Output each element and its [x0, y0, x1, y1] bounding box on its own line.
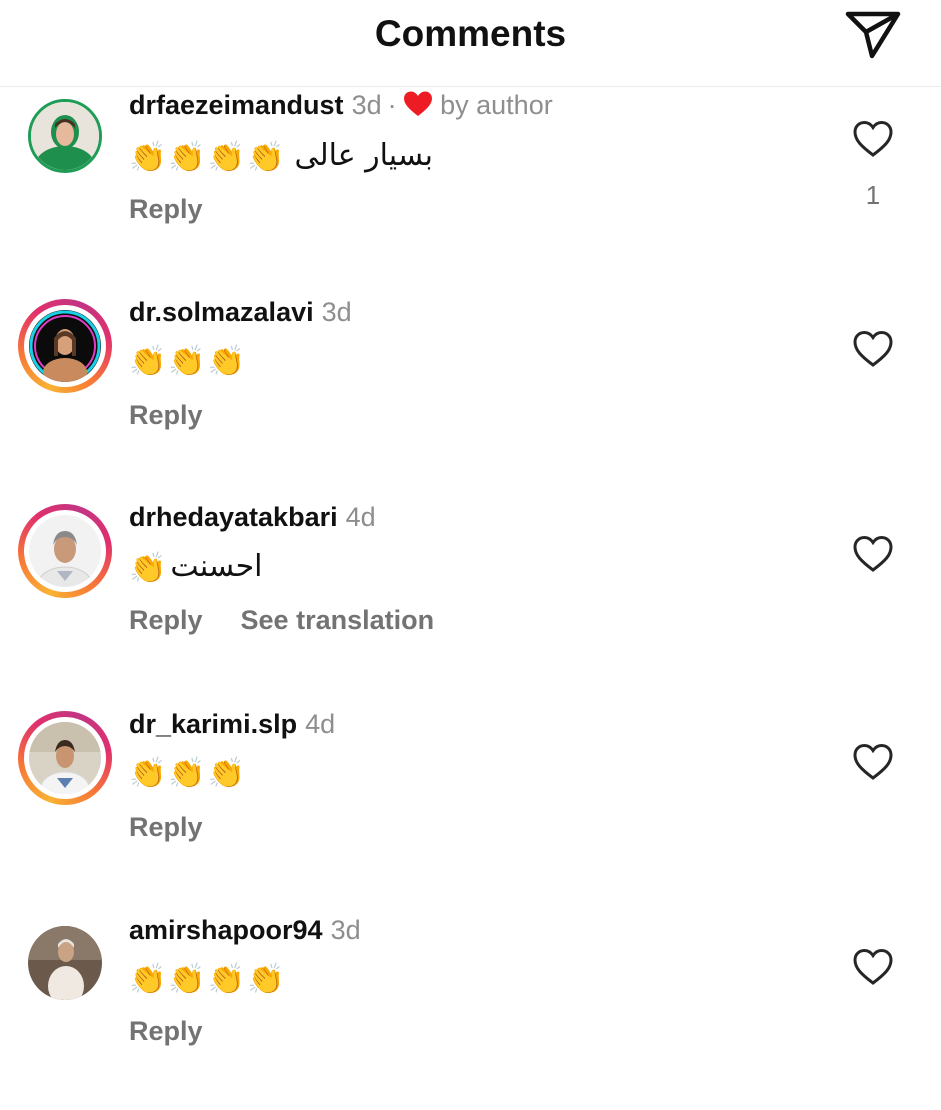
comment-text: 👏👏👏	[129, 338, 247, 382]
heart-outline-icon[interactable]	[852, 947, 894, 987]
heart-outline-icon[interactable]	[852, 329, 894, 369]
see-translation-button[interactable]: See translation	[241, 605, 435, 635]
clapping-hands-emoji: 👏	[129, 345, 167, 378]
avatar[interactable]	[18, 299, 112, 393]
clapping-hands-emoji: 👏	[168, 345, 206, 378]
reply-button[interactable]: Reply	[129, 1016, 203, 1046]
comment-item: drfaezeimandust 3d · by author 👏👏👏👏 بسیار ع…	[0, 86, 941, 286]
heart-outline-icon[interactable]	[852, 119, 894, 159]
comment-item: dr_karimi.slp 4d 👏👏👏 Reply	[0, 704, 941, 904]
comment-time: 4d	[305, 709, 336, 739]
clapping-hands-emoji: 👏	[129, 963, 167, 996]
comment-item: dr.solmazalavi 3d 👏👏👏 Reply	[0, 292, 941, 492]
clapping-hands-emoji: 👏	[168, 141, 206, 174]
clapping-hands-emoji: 👏	[168, 757, 206, 790]
reply-button[interactable]: Reply	[129, 605, 203, 635]
comment-text: 👏👏👏👏	[129, 956, 286, 1000]
avatar[interactable]	[18, 504, 112, 598]
clapping-hands-emoji: 👏	[207, 757, 246, 790]
clapping-hands-emoji: 👏	[129, 141, 167, 174]
paper-plane-icon[interactable]	[842, 6, 904, 62]
comment-username[interactable]: amirshapoor94	[129, 915, 323, 945]
heart-filled-icon	[403, 90, 433, 125]
heart-outline-icon[interactable]	[852, 534, 894, 574]
clapping-hands-emoji: 👏	[207, 141, 246, 174]
clapping-hands-emoji: 👏	[129, 552, 167, 585]
comment-username[interactable]: dr.solmazalavi	[129, 297, 314, 327]
comment-body: احسنت	[170, 549, 263, 584]
clapping-hands-emoji: 👏	[207, 963, 246, 996]
comment-username[interactable]: drhedayatakbari	[129, 502, 338, 532]
comment-time: 3d	[330, 915, 361, 945]
like-count: 1	[865, 180, 881, 210]
comment-time: 3d	[321, 297, 352, 327]
comments-header: Comments	[0, 0, 941, 87]
comment-username[interactable]: dr_karimi.slp	[129, 709, 297, 739]
comment-item: drhedayatakbari 4d 👏 احسنت Reply See transl…	[0, 497, 941, 697]
comment-item: amirshapoor94 3d 👏👏👏👏 Reply	[0, 910, 941, 1110]
comment-text: 👏👏👏👏 بسیار عالی	[129, 134, 433, 178]
comment-text: 👏👏👏	[129, 750, 247, 794]
separator-dot: ·	[387, 90, 397, 120]
reply-button[interactable]: Reply	[129, 812, 203, 842]
clapping-hands-emoji: 👏	[247, 963, 285, 996]
reply-button[interactable]: Reply	[129, 194, 203, 224]
clapping-hands-emoji: 👏	[168, 963, 206, 996]
clapping-hands-emoji: 👏	[247, 141, 285, 174]
comment-text: 👏 احسنت	[129, 545, 263, 589]
comment-body: بسیار عالی	[294, 138, 433, 173]
clapping-hands-emoji: 👏	[129, 757, 167, 790]
liked-by-author-label: by author	[440, 90, 553, 120]
avatar[interactable]	[18, 89, 112, 183]
page-title: Comments	[374, 13, 567, 54]
comment-time: 3d	[351, 90, 382, 120]
reply-button[interactable]: Reply	[129, 400, 203, 430]
avatar[interactable]	[18, 711, 112, 805]
avatar[interactable]	[18, 916, 112, 1010]
clapping-hands-emoji: 👏	[207, 345, 246, 378]
comment-username[interactable]: drfaezeimandust	[129, 90, 344, 120]
heart-outline-icon[interactable]	[852, 742, 894, 782]
comment-time: 4d	[345, 502, 376, 532]
